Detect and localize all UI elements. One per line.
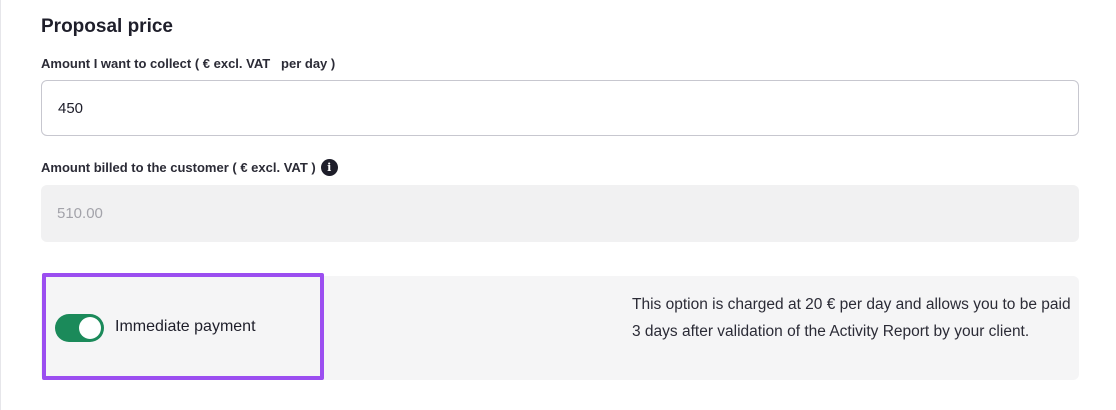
amount-to-collect-input[interactable] bbox=[41, 80, 1079, 136]
info-icon[interactable]: i bbox=[320, 159, 338, 176]
immediate-payment-label: Immediate payment bbox=[115, 318, 256, 335]
immediate-payment-description: This option is charged at 20 € per day a… bbox=[632, 296, 1071, 340]
immediate-payment-toggle[interactable] bbox=[55, 314, 104, 342]
amount-billed-field: 510.00 bbox=[41, 185, 1079, 242]
toggle-knob bbox=[79, 317, 101, 339]
amount-billed-value: 510.00 bbox=[57, 205, 103, 222]
left-divider bbox=[0, 0, 1, 410]
section-title: Proposal price bbox=[41, 16, 173, 37]
amount-billed-label-row: Amount billed to the customer ( € excl. … bbox=[41, 159, 338, 176]
amount-to-collect-label: Amount I want to collect ( € excl. VAT p… bbox=[41, 56, 336, 71]
amount-billed-label: Amount billed to the customer ( € excl. … bbox=[41, 160, 316, 175]
